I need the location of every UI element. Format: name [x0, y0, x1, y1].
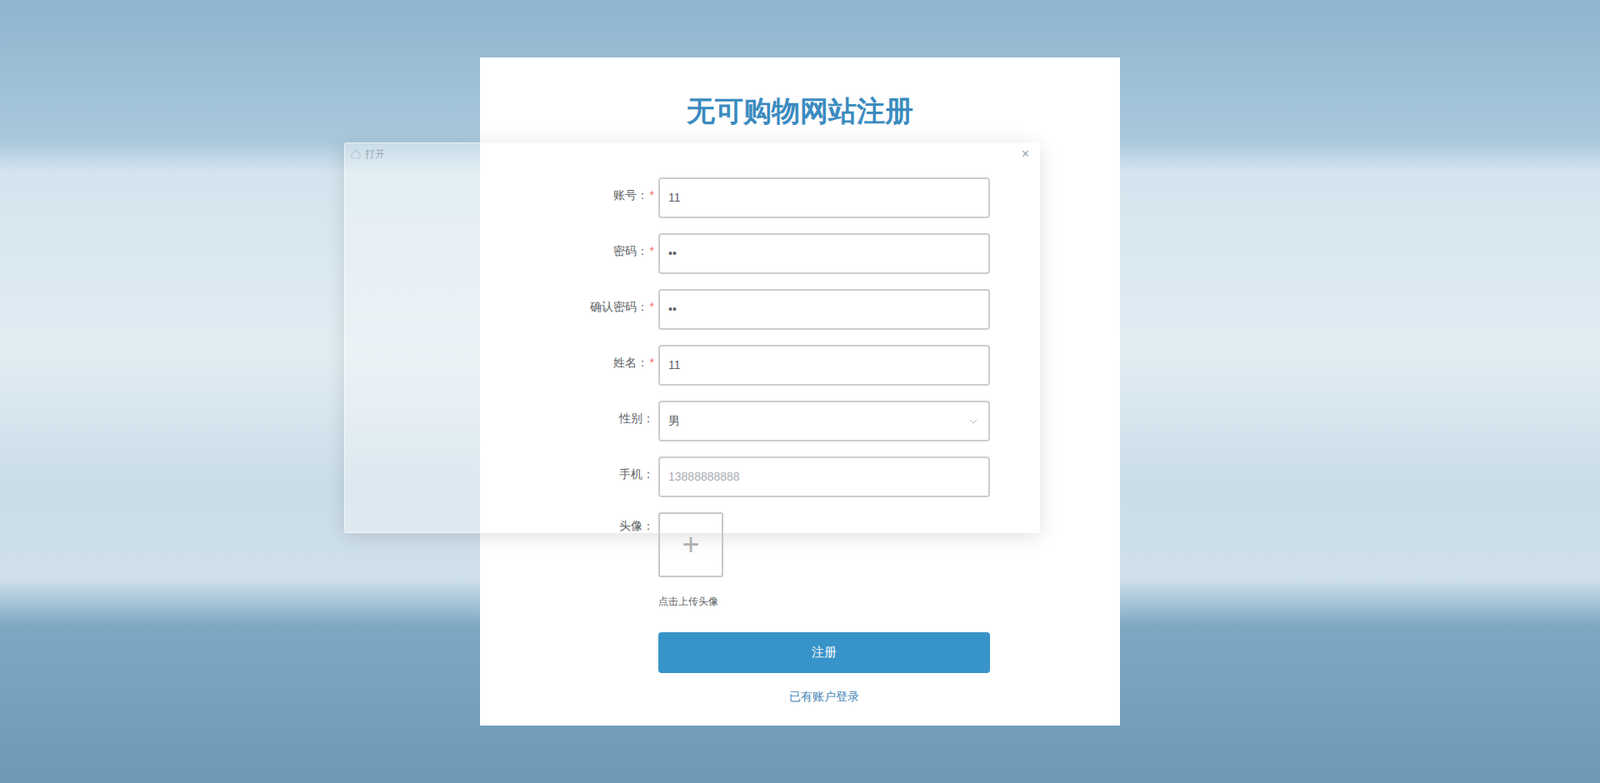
chevron-down-icon	[966, 415, 980, 429]
field-label: 头像：	[480, 512, 655, 535]
field-label: 姓名：*	[480, 345, 655, 372]
form-row: 性别：男	[480, 400, 1120, 442]
folder-icon	[350, 148, 362, 160]
form-row: 确认密码：*••	[480, 289, 1120, 330]
text-input[interactable]: ••	[658, 289, 990, 330]
field-label: 账号：*	[480, 177, 655, 205]
page-title: 无可购物网站注册	[480, 94, 1120, 128]
field-label: 手机：	[480, 456, 655, 484]
form-row: 手机：13888888888	[480, 456, 1120, 498]
text-input[interactable]: 11	[658, 177, 990, 219]
required-mark: *	[650, 242, 655, 260]
field-label: 确认密码：*	[480, 289, 655, 316]
dialog-title: 打开	[365, 146, 385, 162]
avatar-row: 头像：+ 点击上传头像	[480, 512, 1120, 610]
form-row: 密码：*••	[480, 233, 1120, 275]
text-input[interactable]: 11	[658, 345, 990, 386]
form-row: 账号：*11	[480, 177, 1120, 219]
register-button[interactable]: 注册	[658, 632, 990, 674]
required-mark: *	[650, 186, 655, 205]
dialog-titlebar: 打开 ×	[345, 143, 1040, 165]
register-form: 账号：*11密码：*••确认密码：*••姓名：*11性别：男手机：1388888…	[480, 177, 1120, 706]
field-label: 密码：*	[480, 233, 655, 260]
text-input[interactable]: ••	[658, 233, 990, 275]
required-mark: *	[650, 298, 655, 316]
avatar-hint: 点击上传头像	[658, 594, 724, 610]
text-input[interactable]: 13888888888	[658, 456, 990, 498]
form-row: 姓名：*11	[480, 345, 1120, 386]
required-mark: *	[650, 354, 655, 372]
register-page: 打开×无可购物网站注册账号：*11密码：*••确认密码：*••姓名：*11性别：…	[0, 0, 1600, 783]
gender-select[interactable]: 男	[658, 400, 990, 442]
login-link[interactable]: 已有账户登录	[789, 688, 860, 706]
avatar-upload[interactable]: +	[658, 512, 724, 578]
field-label: 性别：	[480, 400, 655, 428]
dialog-close-button[interactable]: ×	[1021, 147, 1035, 161]
